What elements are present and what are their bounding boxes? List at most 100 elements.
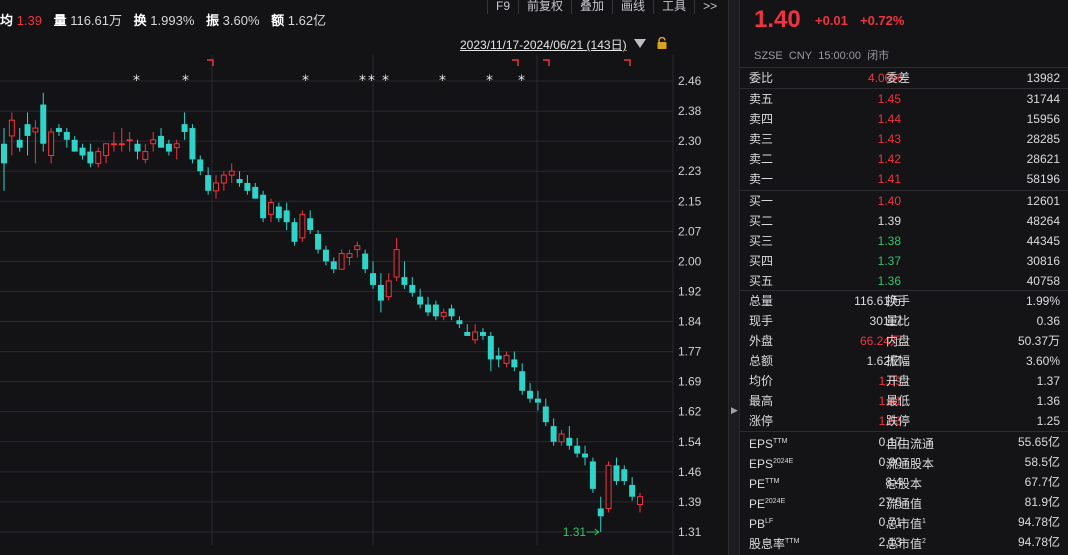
stat-label: 换手: [886, 294, 911, 308]
bid-row[interactable]: 买四 1.37 30816: [740, 251, 1068, 271]
fund-label: EPSTTM: [749, 437, 788, 451]
candle-body: [32, 127, 39, 133]
quote-panel: 1.40 +0.01 +0.72% SZSE CNY 15:00:00 闭市 委…: [740, 0, 1068, 555]
candle-body: [103, 143, 110, 157]
level-label: 卖三: [749, 132, 774, 146]
stat-row: 最高 1.41 最低 1.36: [740, 391, 1068, 411]
candle-body: [1, 143, 7, 164]
level-volume: 12601: [1026, 194, 1060, 208]
ask-row[interactable]: 卖四 1.44 15956: [740, 109, 1068, 129]
weicha-label: 委差: [886, 71, 911, 85]
event-flag-marker: [543, 59, 550, 66]
price-axis-label: 1.92: [678, 284, 702, 298]
candle-body: [228, 170, 235, 176]
candle-body: [158, 135, 165, 148]
candle-body: [63, 131, 70, 140]
candle-body: [440, 311, 447, 317]
stat-value: 1.36: [1036, 394, 1060, 408]
candle-body: [409, 284, 416, 293]
candle-body: [393, 249, 400, 278]
fundamental-row: PBLF 0.71 总市值1 94.78亿: [740, 512, 1068, 532]
price-change-pct: +0.72%: [860, 13, 905, 28]
candle-body: [181, 124, 188, 132]
stat-row: 总额 1.62亿 振幅 3.60%: [740, 351, 1068, 371]
fundamental-row: 股息率TTM 2.13 总市值2 94.78亿: [740, 532, 1068, 552]
stat-row: 外盘 66.24万 内盘 50.37万: [740, 331, 1068, 351]
kline-chart-pane[interactable]: 均 1.39 量 116.61万 换 1.993% 振 3.60% 额 1.62…: [0, 0, 728, 555]
candle-body: [260, 194, 267, 219]
fund-value: 94.78亿: [1017, 515, 1060, 529]
candle-body: [24, 124, 31, 136]
level-label: 买五: [749, 274, 774, 288]
candle-body: [95, 151, 102, 164]
stat-value: 1.99%: [1025, 294, 1060, 308]
level-label: 卖一: [749, 172, 774, 186]
candle-body: [566, 437, 573, 446]
weibi-row: 委比 4.00% 委差 13982: [740, 68, 1068, 88]
level-price: 1.44: [877, 112, 901, 126]
candle-body: [621, 469, 628, 482]
candle-body: [456, 320, 463, 325]
stat-value: 50.37万: [1017, 334, 1060, 348]
candle-body: [299, 213, 306, 239]
level-volume: 48264: [1026, 214, 1060, 228]
candle-body: [582, 453, 589, 458]
candle-body: [150, 139, 157, 145]
stat-label: 均价: [749, 374, 774, 388]
stat-label: 总量: [749, 294, 774, 308]
stat-row: 均价 1.39 开盘 1.37: [740, 371, 1068, 391]
bid-row[interactable]: 买一 1.40 12601: [740, 191, 1068, 211]
bid-row[interactable]: 买三 1.38 44345: [740, 231, 1068, 251]
candle-body: [511, 359, 518, 368]
level-price: 1.43: [877, 132, 901, 146]
price-axis-label: 2.23: [678, 164, 702, 178]
candle-body: [189, 128, 196, 160]
candle-body: [362, 253, 369, 270]
weicha-value: 13982: [1026, 71, 1060, 85]
level-volume: 44345: [1026, 234, 1060, 248]
panel-collapse-handle[interactable]: ▶: [728, 0, 740, 555]
stat-row: 现手 30117 量比 0.36: [740, 311, 1068, 331]
candle-body: [267, 202, 274, 215]
level-volume: 40758: [1026, 274, 1060, 288]
candle-body: [236, 179, 243, 183]
market-status: 闭市: [867, 50, 890, 62]
bid-row[interactable]: 买五 1.36 40758: [740, 271, 1068, 291]
level-label: 卖四: [749, 112, 774, 126]
level-volume: 28621: [1026, 152, 1060, 166]
event-star-marker: *: [382, 73, 389, 89]
price-axis-label: 1.77: [678, 345, 702, 359]
level-volume: 15956: [1026, 112, 1060, 126]
fund-label: PE2024E: [749, 497, 786, 511]
candle-body: [574, 445, 581, 454]
level-price: 1.42: [877, 152, 901, 166]
candle-body: [495, 355, 502, 360]
level-price: 1.41: [877, 172, 901, 186]
fund-value: 58.5亿: [1024, 455, 1060, 469]
ask-row[interactable]: 卖五 1.45 31744: [740, 89, 1068, 109]
exchange: SZSE: [754, 50, 783, 62]
fund-label: PBLF: [749, 517, 774, 531]
candle-body: [205, 175, 212, 191]
event-star-marker: *: [302, 73, 309, 89]
bid-row[interactable]: 买二 1.39 48264: [740, 211, 1068, 231]
level-label: 买二: [749, 214, 774, 228]
price-axis-label: 2.30: [678, 134, 702, 148]
candle-body: [110, 143, 117, 146]
fund-label: 总市值2: [886, 537, 926, 551]
last-price: 1.40: [754, 6, 801, 33]
ask-row[interactable]: 卖三 1.43 28285: [740, 129, 1068, 149]
candle-body: [330, 261, 337, 270]
ask-row[interactable]: 卖二 1.42 28621: [740, 149, 1068, 169]
stat-label: 振幅: [886, 354, 911, 368]
ask-row[interactable]: 卖一 1.41 58196: [740, 169, 1068, 189]
currency: CNY: [788, 50, 813, 62]
event-flag-marker: [624, 59, 631, 66]
low-marker-label: 1.31: [563, 525, 587, 539]
stat-row: 总量 116.61万 换手 1.99%: [740, 291, 1068, 311]
candle-body: [126, 139, 133, 142]
candle-body: [197, 159, 204, 172]
triangle-right-icon[interactable]: ▶: [731, 405, 738, 416]
candle-body: [322, 249, 329, 262]
level-volume: 58196: [1026, 172, 1060, 186]
